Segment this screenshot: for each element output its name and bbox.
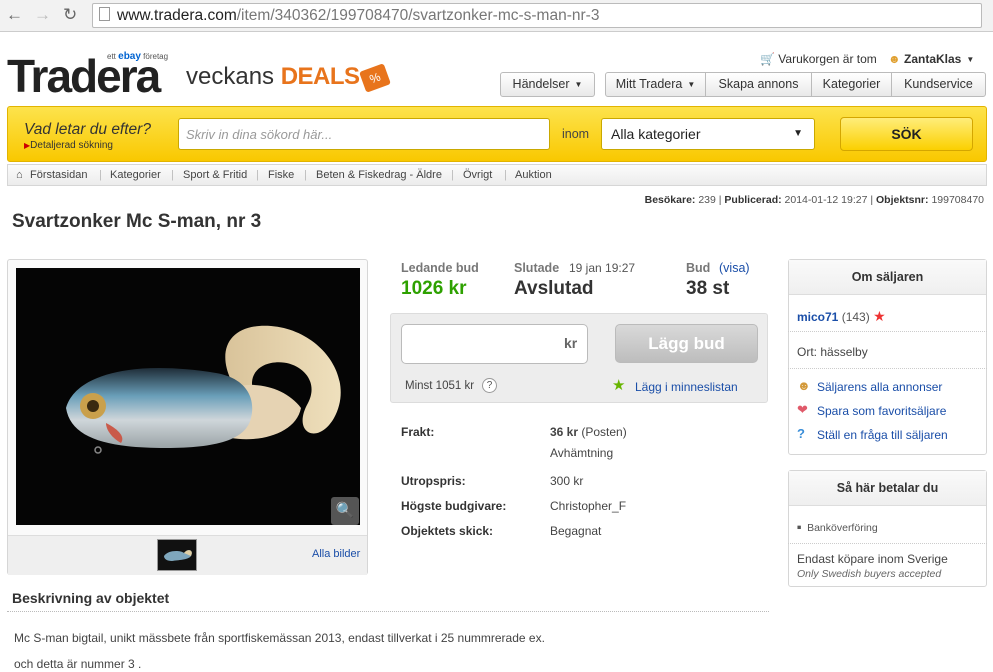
bids-label: Bud <box>686 261 711 275</box>
chevron-down-icon: ▼ <box>966 55 975 65</box>
percent-badge-icon: % <box>358 62 391 93</box>
chevron-down-icon: ▼ <box>574 80 583 90</box>
detailed-search-link[interactable]: ▶Detaljerad sökning <box>24 140 113 151</box>
bid-amount-input[interactable] <box>401 324 588 364</box>
breadcrumb-categories[interactable]: Kategorier <box>110 165 161 185</box>
reload-icon[interactable]: ↻ <box>63 5 77 25</box>
back-icon[interactable]: ← <box>6 5 23 25</box>
search-button[interactable]: SÖK <box>840 117 973 151</box>
page-title: Svartzonker Mc S-man, nr 3 <box>12 211 262 232</box>
user-menu[interactable]: ☻ ZantaKlas ▼ <box>888 52 974 66</box>
all-images-link[interactable]: Alla bilder <box>312 548 360 560</box>
sweden-only-notice-en: Only Swedish buyers accepted <box>797 568 942 580</box>
breadcrumb-fishing[interactable]: Fiske <box>268 165 294 185</box>
dropdown-arrow-icon: ▼ <box>793 128 803 139</box>
description-text: och detta är nummer 3 . <box>14 657 142 671</box>
divider <box>788 543 987 544</box>
seller-location: Ort: hässelby <box>797 345 868 359</box>
address-bar[interactable]: www.tradera.com/item/340362/199708470/sv… <box>92 3 982 28</box>
seller-rating: (143) <box>841 310 870 324</box>
search-input[interactable] <box>178 118 550 150</box>
ended-label: Slutade <box>514 261 560 275</box>
ask-seller-link[interactable]: Ställ en fråga till säljaren <box>817 428 948 442</box>
seller-name-link[interactable]: mico71 <box>797 310 838 324</box>
save-favorite-seller-link[interactable]: Spara som favoritsäljare <box>817 404 946 418</box>
create-listing-button[interactable]: Skapa annons <box>705 72 812 97</box>
payment-heading: Så här betalar du <box>789 471 986 506</box>
shipping-label: Frakt: <box>401 425 435 439</box>
leading-bid-label: Ledande bud <box>401 261 479 275</box>
chevron-down-icon: ▼ <box>687 80 696 90</box>
seller-listings-link[interactable]: Säljarens alla annonser <box>817 380 942 394</box>
thumbnail-image[interactable] <box>157 539 197 571</box>
condition-value: Begagnat <box>550 524 602 538</box>
description-text: Mc S-man bigtail, unikt mässbete från sp… <box>14 631 545 645</box>
condition-label: Objektets skick: <box>401 524 494 538</box>
auction-status: Avslutad <box>514 278 594 299</box>
home-icon: ⌂ <box>16 169 23 181</box>
bid-count: 38 st <box>686 278 730 299</box>
weekly-deals-logo[interactable]: veckans DEALS% <box>186 62 391 93</box>
minimum-bid: Minst 1051 kr <box>405 380 475 392</box>
breadcrumb-other[interactable]: Övrigt <box>463 165 492 185</box>
breadcrumb-sport[interactable]: Sport & Fritid <box>183 165 247 185</box>
heart-icon: ❤ <box>797 402 808 417</box>
cart-link[interactable]: 🛒 Varukorgen är tom <box>760 52 877 66</box>
start-price-label: Utropspris: <box>401 474 466 488</box>
url-host: www.tradera.com <box>117 7 237 24</box>
star-icon: ★ <box>612 377 626 394</box>
zoom-icon[interactable]: 🔍 <box>331 497 359 525</box>
ended-date: 19 jan 19:27 <box>569 261 636 275</box>
highest-bidder-label: Högste budgivare: <box>401 499 507 513</box>
item-photo[interactable] <box>16 268 360 525</box>
payment-method: ■ Banköverföring <box>797 522 878 534</box>
description-heading: Beskrivning av objektet <box>12 590 170 606</box>
seller-heading: Om säljaren <box>789 260 986 295</box>
breadcrumb: ⌂ Förstasidan | Kategorier | Sport & Fri… <box>7 164 987 186</box>
seller-star-icon: ★ <box>873 308 886 324</box>
place-bid-button[interactable]: Lägg bud <box>615 324 758 363</box>
show-bids-link[interactable]: (visa) <box>719 261 750 275</box>
question-icon: ? <box>797 426 805 441</box>
leading-bid-value: 1026 kr <box>401 278 467 299</box>
breadcrumb-lures[interactable]: Beten & Fiskedrag - Äldre <box>316 165 442 185</box>
breadcrumb-home[interactable]: Förstasidan <box>30 165 87 185</box>
lure-image <box>66 325 341 454</box>
url-path: /item/340362/199708470/svartzonker-mc-s-… <box>236 7 600 24</box>
pickup-option: Avhämtning <box>550 446 614 460</box>
browser-toolbar: ← → ↻ www.tradera.com/item/340362/199708… <box>0 0 993 32</box>
divider <box>7 611 769 612</box>
item-stats: Besökare: 239 | Publicerad: 2014-01-12 1… <box>644 194 984 206</box>
within-label: inom <box>562 127 590 141</box>
breadcrumb-auction[interactable]: Auktion <box>515 165 552 185</box>
page-icon <box>99 7 110 21</box>
my-tradera-button[interactable]: Mitt Tradera ▼ <box>605 72 706 97</box>
add-to-watchlist-link[interactable]: Lägg i minneslistan <box>635 380 738 394</box>
categories-button[interactable]: Kategorier <box>811 72 892 97</box>
cart-icon: 🛒 <box>760 52 775 66</box>
events-menu-button[interactable]: Händelser ▼ <box>500 72 595 97</box>
forward-icon[interactable]: → <box>34 5 51 25</box>
help-icon[interactable]: ? <box>482 378 497 393</box>
user-icon: ☻ <box>797 378 811 393</box>
user-icon: ☻ <box>888 52 901 66</box>
divider <box>788 331 987 332</box>
shipping-value: 36 kr (Posten) <box>550 425 627 439</box>
highest-bidder-value: Christopher_F <box>550 499 627 513</box>
category-select[interactable]: Alla kategorier ▼ <box>601 118 815 150</box>
start-price-value: 300 kr <box>550 474 584 488</box>
sweden-only-notice: Endast köpare inom Sverige <box>797 552 948 566</box>
customer-service-button[interactable]: Kundservice <box>891 72 986 97</box>
divider <box>788 368 987 369</box>
currency-label: kr <box>564 335 578 351</box>
ebay-tagline: ett ebay företag <box>107 51 169 62</box>
search-prompt: Vad letar du efter? <box>24 121 151 138</box>
seller-info: mico71 (143) ★ <box>797 308 886 325</box>
